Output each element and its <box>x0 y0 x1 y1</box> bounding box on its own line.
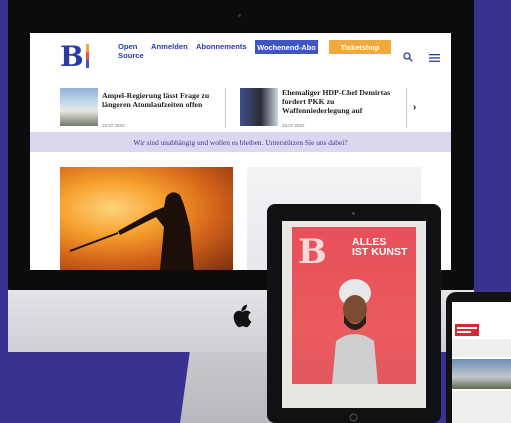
magazine-logo: B <box>298 232 327 267</box>
nav-open-source[interactable]: Open Source <box>118 42 144 68</box>
teaser-date: 18.07.2022 <box>282 123 305 128</box>
phone-headline-block <box>452 391 511 423</box>
menu-icon[interactable] <box>429 54 440 62</box>
divider <box>225 88 226 128</box>
nav-login[interactable]: Anmelden <box>151 42 188 68</box>
search-icon[interactable] <box>403 52 413 62</box>
teaser-title[interactable]: Ehemaliger HDP-Chef Demirtas fordert PKK… <box>282 88 402 115</box>
news-logo <box>455 324 479 336</box>
magazine-footer <box>292 384 416 402</box>
phone-news-photo[interactable] <box>452 359 511 389</box>
site-logo[interactable]: B <box>60 40 94 70</box>
firefighter-silhouette <box>69 192 194 270</box>
teaser-image-nuclear-plant[interactable] <box>60 88 98 126</box>
chevron-right-icon[interactable]: › <box>413 102 416 113</box>
teaser-image-portrait[interactable] <box>240 88 278 126</box>
nav-abonnements[interactable]: Abonnements <box>196 42 247 68</box>
phone-headline-block <box>452 339 511 357</box>
support-banner[interactable]: Wir sind unabhängig und wollen es bleibe… <box>30 132 451 152</box>
camera-dot <box>352 212 355 215</box>
camera-dot <box>238 14 241 17</box>
svg-text:B: B <box>60 40 84 70</box>
iphone-screen <box>452 302 511 423</box>
magazine-cover[interactable]: B ALLES IST KUNST <box>292 227 416 402</box>
teaser-date: 18.07.2022 <box>102 123 125 128</box>
weekend-abo-button[interactable]: Wochenend-Abo <box>255 40 318 54</box>
svg-text:B: B <box>298 232 327 267</box>
home-button-icon[interactable] <box>349 413 358 422</box>
cover-portrait <box>332 279 378 385</box>
apple-logo <box>233 304 252 328</box>
ticketshop-button[interactable]: Ticketshop <box>329 40 391 54</box>
hero-image-firefighter[interactable] <box>60 167 233 270</box>
ipad-screen: B ALLES IST KUNST <box>282 221 426 408</box>
divider <box>406 88 407 128</box>
iphone-notch <box>470 296 494 301</box>
teaser-title[interactable]: Ampel-Regierung lässt Frage zu längeren … <box>102 91 222 109</box>
magazine-headline: ALLES IST KUNST <box>352 236 408 258</box>
